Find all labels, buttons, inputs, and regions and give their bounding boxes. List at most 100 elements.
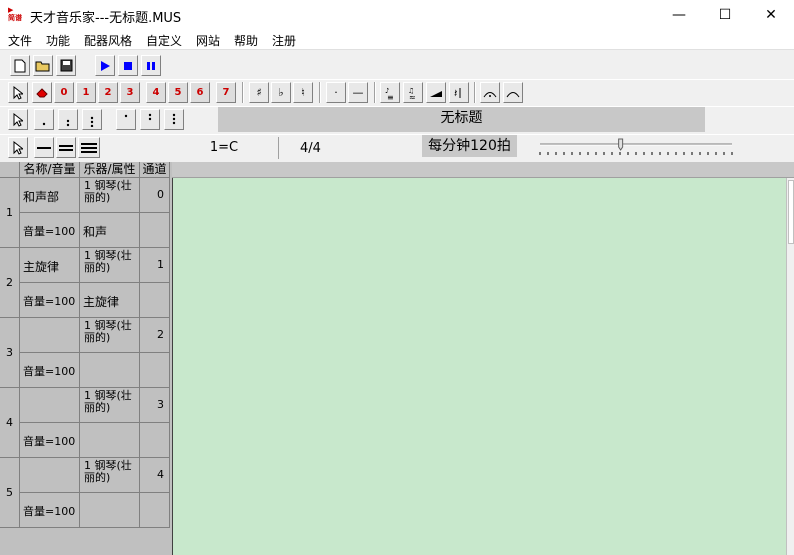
track-attribute[interactable] (80, 493, 140, 528)
window-title: 天才音乐家---无标题.MUS (30, 11, 182, 26)
menu-website[interactable]: 网站 (196, 32, 220, 49)
tempo-label: 每分钟120拍 (422, 135, 517, 157)
beam-3-icon[interactable] (78, 137, 100, 158)
key-signature[interactable]: 1=C (172, 137, 276, 159)
song-title-field[interactable]: 无标题 (218, 107, 705, 132)
track-name[interactable] (20, 458, 80, 493)
track-volume[interactable]: 音量=100 (20, 493, 80, 528)
track-attribute[interactable] (80, 423, 140, 458)
flat-button[interactable]: ♭ (271, 82, 291, 103)
track-instrument[interactable]: 1 钢琴(壮丽的) (80, 178, 140, 213)
note-1-button[interactable]: 1 (76, 82, 96, 103)
menu-custom[interactable]: 自定义 (146, 32, 182, 49)
note-2-button[interactable]: 2 (98, 82, 118, 103)
track-channel-empty[interactable] (140, 353, 170, 388)
natural-button[interactable]: ♮ (293, 82, 313, 103)
track-number[interactable]: 2 (0, 248, 20, 318)
grace-note-icon[interactable]: ♪ ≡ (380, 82, 400, 103)
fermata-icon[interactable] (480, 82, 500, 103)
track-instrument[interactable]: 1 钢琴(壮丽的) (80, 318, 140, 353)
track-name[interactable]: 主旋律 (20, 248, 80, 283)
time-signature[interactable]: 4/4 (278, 137, 342, 159)
menu-function[interactable]: 功能 (46, 32, 70, 49)
track-name[interactable] (20, 388, 80, 423)
track-channel[interactable]: 0 (140, 178, 170, 213)
track-attribute[interactable]: 和声 (80, 213, 140, 248)
note-0-button[interactable]: 0 (54, 82, 74, 103)
track-channel-empty[interactable] (140, 423, 170, 458)
score-editor-area[interactable] (172, 178, 786, 555)
header-channel: 通道 (140, 162, 170, 178)
track-volume[interactable]: 音量=100 (20, 283, 80, 318)
scrollbar-thumb[interactable] (788, 180, 794, 244)
toolbar-separator (319, 82, 321, 103)
high-dot-1-icon[interactable] (116, 109, 136, 130)
open-folder-icon[interactable] (33, 55, 53, 76)
maximize-button[interactable]: ☐ (702, 0, 748, 30)
slur-icon[interactable] (503, 82, 523, 103)
close-button[interactable]: ✕ (748, 0, 794, 30)
track-number[interactable]: 4 (0, 388, 20, 458)
low-dot-1-icon[interactable] (34, 109, 54, 130)
menu-register[interactable]: 注册 (272, 32, 296, 49)
menu-bar: 文件 功能 配器风格 自定义 网站 帮助 注册 (0, 30, 794, 50)
beam-1-icon[interactable] (34, 137, 54, 158)
track-channel[interactable]: 1 (140, 248, 170, 283)
save-icon[interactable] (56, 55, 76, 76)
track-channel[interactable]: 4 (140, 458, 170, 493)
note-7-button[interactable]: 7 (216, 82, 236, 103)
crescendo-icon[interactable] (426, 82, 446, 103)
toolbar-separator (242, 82, 244, 103)
tempo-slider[interactable] (536, 138, 736, 158)
low-dot-2-icon[interactable] (58, 109, 78, 130)
pointer-icon[interactable] (8, 137, 28, 158)
pointer-icon[interactable] (8, 109, 28, 130)
beam-2-icon[interactable] (56, 137, 76, 158)
track-attribute[interactable]: 主旋律 (80, 283, 140, 318)
note-4-button[interactable]: 4 (146, 82, 166, 103)
high-dot-2-icon[interactable] (140, 109, 160, 130)
track-channel-empty[interactable] (140, 283, 170, 318)
track-channel[interactable]: 3 (140, 388, 170, 423)
track-volume[interactable]: 音量=100 (20, 353, 80, 388)
dash-button[interactable]: — (348, 82, 368, 103)
track-volume[interactable]: 音量=100 (20, 423, 80, 458)
low-dot-3-icon[interactable] (82, 109, 102, 130)
track-channel-empty[interactable] (140, 493, 170, 528)
high-dot-3-icon[interactable] (164, 109, 184, 130)
track-instrument[interactable]: 1 钢琴(壮丽的) (80, 248, 140, 283)
track-instrument[interactable]: 1 钢琴(壮丽的) (80, 388, 140, 423)
track-number[interactable]: 3 (0, 318, 20, 388)
vertical-scrollbar[interactable] (786, 178, 794, 555)
sharp-button[interactable]: ♯ (249, 82, 269, 103)
track-channel-empty[interactable] (140, 213, 170, 248)
rest-mark-icon[interactable]: 𝄽 (449, 82, 469, 103)
menu-file[interactable]: 文件 (8, 32, 32, 49)
track-volume[interactable]: 音量=100 (20, 213, 80, 248)
track-name[interactable] (20, 318, 80, 353)
app-icon: ▶ 简谱 (8, 6, 22, 22)
toolbar-notes: 0 1 2 3 4 5 6 7 ♯ ♭ ♮ · — ♪ ≡ ♫ ≈ 𝄽 (0, 79, 794, 104)
note-5-button[interactable]: 5 (168, 82, 188, 103)
track-attribute[interactable] (80, 353, 140, 388)
menu-help[interactable]: 帮助 (234, 32, 258, 49)
note-3-button[interactable]: 3 (120, 82, 140, 103)
header-instrument: 乐器/属性 (80, 162, 140, 178)
track-instrument[interactable]: 1 钢琴(壮丽的) (80, 458, 140, 493)
new-file-icon[interactable] (10, 55, 30, 76)
horizontal-ruler[interactable] (172, 162, 794, 178)
menu-arrangement-style[interactable]: 配器风格 (84, 32, 132, 49)
note-6-button[interactable]: 6 (190, 82, 210, 103)
minimize-button[interactable]: — (656, 0, 702, 30)
play-icon[interactable] (95, 55, 115, 76)
track-name[interactable]: 和声部 (20, 178, 80, 213)
dot-button[interactable]: · (326, 82, 346, 103)
pointer-icon[interactable] (8, 82, 28, 103)
track-channel[interactable]: 2 (140, 318, 170, 353)
track-number[interactable]: 1 (0, 178, 20, 248)
eraser-icon[interactable] (32, 82, 52, 103)
track-number[interactable]: 5 (0, 458, 20, 528)
stop-icon[interactable] (118, 55, 138, 76)
ornament-icon[interactable]: ♫ ≈ (403, 82, 423, 103)
pause-icon[interactable] (141, 55, 161, 76)
